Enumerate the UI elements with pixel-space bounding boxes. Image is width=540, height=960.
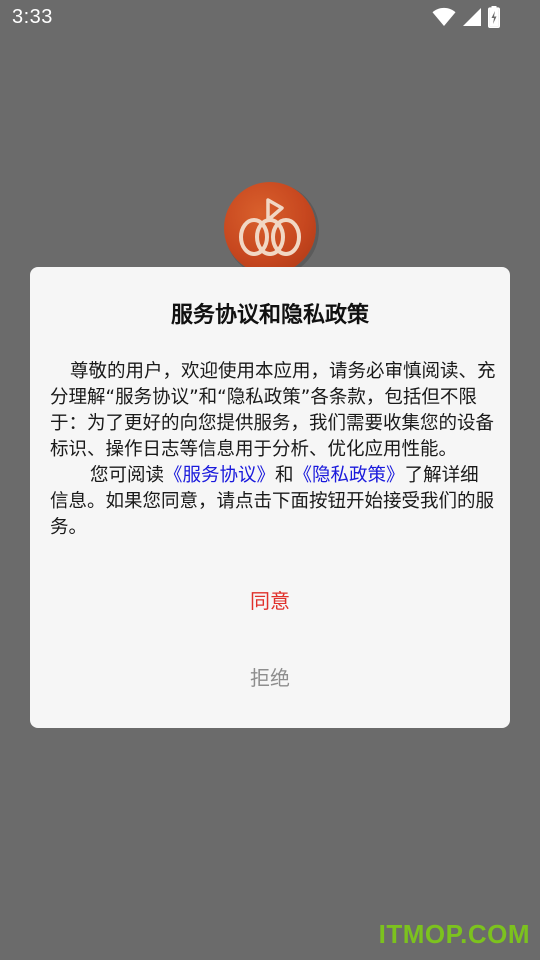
agree-button[interactable]: 同意 [30,579,510,623]
status-time: 3:33 [12,6,53,28]
pumpkin-play-logo-icon [239,198,301,256]
dialog-paragraph-2: 您可阅读《服务协议》和《隐私政策》了解详细信息。如果您同意，请点击下面按钮开始接… [50,463,496,541]
site-watermark: ITMOP.COM [378,919,530,949]
and-text: 和 [275,465,294,486]
service-agreement-link[interactable]: 《服务协议》 [164,465,275,486]
wifi-icon [432,7,456,27]
reject-button[interactable]: 拒绝 [30,656,510,700]
dialog-paragraph-1: 尊敬的用户，欢迎使用本应用，请务必审慎阅读、充分理解“服务协议”和“隐私政策”各… [50,359,496,463]
status-bar: 3:33 [0,0,540,36]
cellular-signal-icon [462,7,482,27]
battery-charging-icon [488,6,500,28]
dialog-body: 尊敬的用户，欢迎使用本应用，请务必审慎阅读、充分理解“服务协议”和“隐私政策”各… [50,359,496,541]
status-icons [432,6,500,28]
paragraph-2-prefix: 您可阅读 [90,465,165,486]
app-logo [224,182,316,274]
privacy-dialog: 服务协议和隐私政策 尊敬的用户，欢迎使用本应用，请务必审慎阅读、充分理解“服务协… [30,267,510,728]
privacy-policy-link[interactable]: 《隐私政策》 [294,465,405,486]
dialog-title: 服务协议和隐私政策 [170,303,369,328]
paragraph-1-text: 尊敬的用户，欢迎使用本应用，请务必审慎阅读、充分理解“服务协议”和“隐私政策”各… [50,361,496,460]
